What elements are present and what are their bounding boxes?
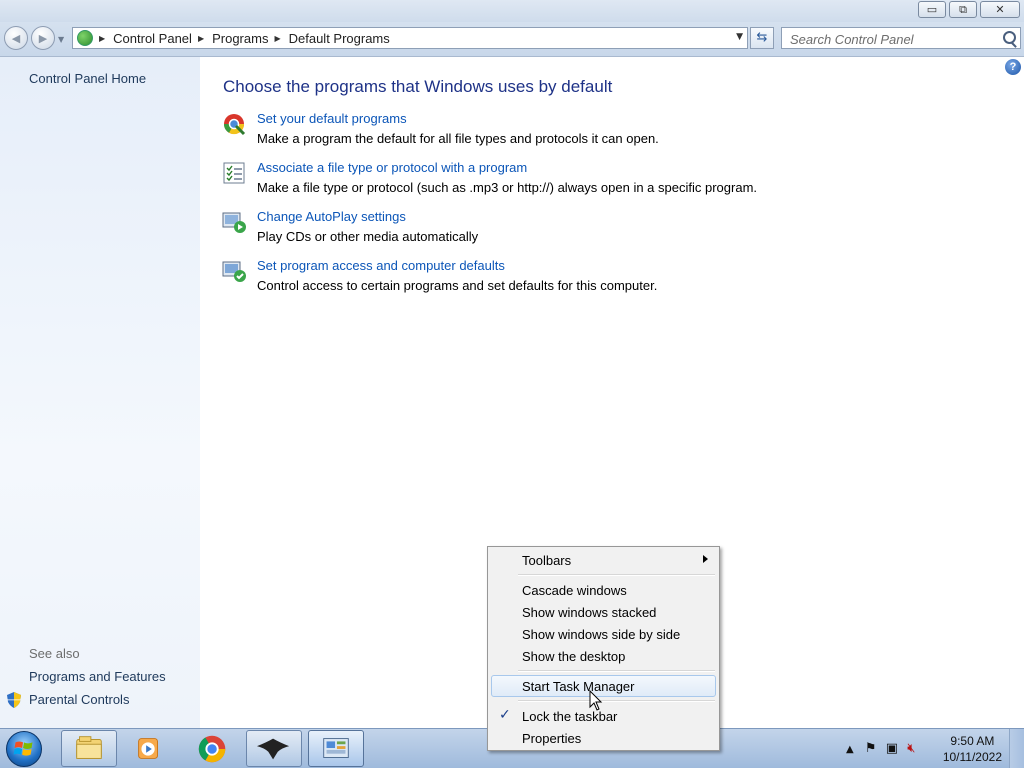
close-icon: ✕ [995, 3, 1005, 16]
inkscape-icon [256, 738, 290, 760]
task-set-default-programs: Set your default programs Make a program… [222, 111, 922, 152]
clock-date: 10/11/2022 [942, 750, 1002, 764]
breadcrumb-programs[interactable]: Programs [212, 31, 268, 46]
action-center-flag-icon[interactable]: ⚑ [865, 741, 877, 756]
media-player-icon [138, 738, 158, 759]
minimize-icon: ▭ [926, 3, 938, 16]
search-input[interactable] [788, 29, 1002, 49]
show-desktop-button[interactable] [1009, 729, 1024, 768]
control-panel-home-link[interactable]: Control Panel Home [29, 71, 146, 86]
menu-item-lock-the-taskbar[interactable]: ✓ Lock the taskbar [491, 705, 716, 727]
taskbar-control-panel-button[interactable] [308, 730, 364, 767]
menu-item-show-windows-side-by-side[interactable]: Show windows side by side [491, 623, 716, 645]
menu-item-toolbars[interactable]: Toolbars [491, 549, 716, 571]
explorer-icon [76, 736, 102, 759]
taskbar-explorer-button[interactable] [61, 730, 117, 767]
minimize-button[interactable]: ▭ [918, 1, 946, 18]
task-description: Play CDs or other media automatically [257, 229, 479, 244]
navigation-bar: ◀ ▶ ▼ ▶ Control Panel ▶ Programs ▶ Defau… [0, 22, 1024, 57]
crumb-separator-icon[interactable]: ▶ [274, 34, 280, 43]
autoplay-icon [222, 212, 246, 233]
system-clock[interactable]: 9:50 AM 10/11/2022 [943, 733, 1002, 765]
address-dropdown-icon[interactable]: ▼ [736, 32, 743, 42]
forward-button[interactable]: ▶ [31, 26, 55, 50]
menu-item-properties[interactable]: Properties [491, 727, 716, 749]
volume-muted-icon[interactable]: 🔇︎ [907, 741, 915, 756]
submenu-arrow-icon [703, 555, 708, 563]
restore-icon: ⧉ [959, 2, 967, 16]
clock-time: 9:50 AM [950, 734, 995, 748]
search-box[interactable] [781, 27, 1021, 49]
task-change-autoplay: Change AutoPlay settings Play CDs or oth… [222, 209, 922, 250]
breadcrumb-control-panel[interactable]: Control Panel [113, 31, 192, 46]
help-icon[interactable]: ? [1005, 59, 1021, 75]
menu-item-start-task-manager[interactable]: Start Task Manager [491, 675, 716, 697]
notification-area: ▲ ⚑ ▣ 🔇︎ [846, 741, 915, 756]
program-access-link[interactable]: Set program access and computer defaults [257, 258, 505, 273]
search-icon[interactable] [1003, 31, 1016, 44]
taskbar-media-player-button[interactable] [121, 730, 177, 767]
show-hidden-icons-icon[interactable]: ▲ [846, 744, 854, 755]
menu-separator [518, 574, 715, 576]
back-button[interactable]: ◀ [4, 26, 28, 50]
crumb-separator-icon[interactable]: ▶ [99, 34, 105, 43]
back-arrow-icon: ◀ [11, 31, 21, 45]
control-panel-icon [77, 30, 93, 46]
restore-button[interactable]: ⧉ [949, 1, 977, 18]
default-programs-icon [223, 114, 246, 136]
chrome-icon [198, 735, 226, 763]
associate-file-type-link[interactable]: Associate a file type or protocol with a… [257, 160, 527, 175]
breadcrumb-default-programs[interactable]: Default Programs [289, 31, 390, 46]
taskbar-context-menu: Toolbars Cascade windows Show windows st… [487, 546, 720, 751]
menu-item-show-windows-stacked[interactable]: Show windows stacked [491, 601, 716, 623]
task-description: Make a file type or protocol (such as .m… [257, 180, 758, 195]
task-description: Control access to certain programs and s… [257, 278, 658, 293]
page-title: Choose the programs that Windows uses by… [223, 77, 613, 96]
refresh-button[interactable]: ⇆ [750, 27, 774, 49]
taskbar-chrome-button[interactable] [185, 730, 241, 767]
forward-arrow-icon: ▶ [38, 31, 48, 45]
task-associate-file-type: Associate a file type or protocol with a… [222, 160, 922, 201]
menu-item-cascade-windows[interactable]: Cascade windows [491, 579, 716, 601]
parental-controls-link[interactable]: Parental Controls [29, 692, 129, 707]
refresh-icon: ⇆ [756, 30, 768, 45]
address-bar[interactable]: ▶ Control Panel ▶ Programs ▶ Default Pro… [72, 27, 748, 49]
task-program-access: Set program access and computer defaults… [222, 258, 922, 299]
see-also-heading: See also [29, 646, 80, 661]
window-controls: ▭ ⧉ ✕ [915, 1, 1020, 18]
crumb-separator-icon[interactable]: ▶ [198, 34, 204, 43]
programs-and-features-link[interactable]: Programs and Features [29, 669, 166, 684]
network-icon[interactable]: ▣ [886, 741, 898, 756]
menu-item-show-the-desktop[interactable]: Show the desktop [491, 645, 716, 667]
close-button[interactable]: ✕ [980, 1, 1020, 18]
windows-logo-icon [13, 741, 33, 756]
control-panel-icon [323, 738, 349, 758]
file-association-icon [223, 162, 245, 184]
recent-pages-dropdown[interactable]: ▼ [58, 35, 64, 44]
menu-separator [518, 670, 715, 672]
mouse-cursor-icon [589, 690, 603, 711]
set-default-programs-link[interactable]: Set your default programs [257, 111, 407, 126]
start-button[interactable] [6, 731, 42, 767]
program-access-icon [222, 261, 246, 282]
menu-separator [518, 700, 715, 702]
checkmark-icon: ✓ [499, 707, 511, 723]
taskbar-inkscape-button[interactable] [246, 730, 302, 767]
task-description: Make a program the default for all file … [257, 131, 659, 146]
uac-shield-icon [7, 692, 21, 708]
change-autoplay-link[interactable]: Change AutoPlay settings [257, 209, 406, 224]
left-pane: Control Panel Home See also Programs and… [0, 57, 200, 728]
title-bar: ▭ ⧉ ✕ [0, 0, 1024, 22]
